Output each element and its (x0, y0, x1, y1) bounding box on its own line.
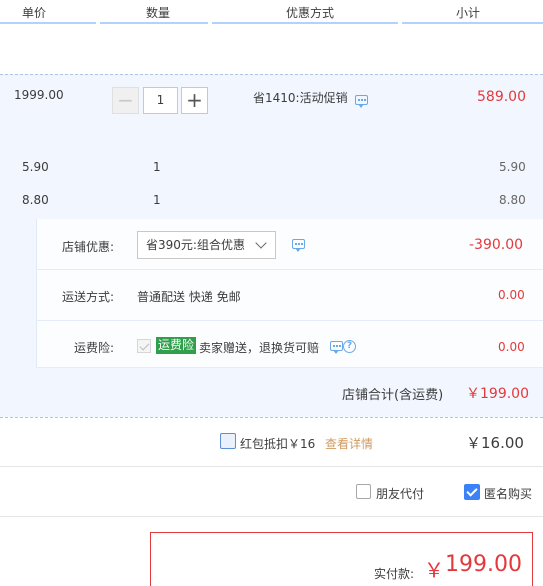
shipping-value: 普通配送 快递 免邮 (137, 290, 241, 304)
chat-icon[interactable] (330, 341, 343, 354)
chevron-down-icon (255, 237, 267, 249)
friend-pay-checkbox[interactable] (356, 484, 371, 499)
insurance-amount: 0.00 (498, 340, 525, 354)
friend-pay-label[interactable]: 朋友代付 (376, 485, 424, 502)
insurance-checkbox (137, 339, 151, 353)
quantity-minus-button[interactable]: − (112, 87, 139, 114)
divider (36, 367, 543, 368)
shop-discount-select[interactable]: 省390元:组合优惠 (137, 231, 276, 259)
item-subtotal: 5.90 (499, 160, 526, 174)
redpacket-label: 红包抵扣￥16 (240, 437, 316, 451)
divider (36, 320, 543, 321)
shipping-label: 运送方式: (62, 290, 115, 304)
insurance-desc: 卖家赠送，退换货可赔 (199, 341, 320, 355)
item-quantity: 1 (153, 193, 161, 207)
payment-amount: 199.00 (445, 552, 522, 577)
divider (0, 466, 543, 467)
header-underline (402, 22, 543, 24)
divider (0, 417, 543, 418)
shipping-amount: 0.00 (498, 288, 525, 302)
chat-icon[interactable] (355, 95, 368, 108)
shop-discount-amount: -390.00 (469, 237, 524, 253)
anonymous-label[interactable]: 匿名购买 (484, 485, 532, 502)
quantity-plus-button[interactable]: + (181, 87, 208, 114)
shop-discount-label: 店铺优惠: (62, 240, 115, 254)
redpacket-amount: ￥16.00 (466, 434, 524, 452)
insurance-label: 运费险: (74, 341, 115, 355)
header-underline (212, 22, 398, 24)
header-underline (100, 22, 208, 24)
divider (0, 516, 543, 517)
shop-total-amount: ￥199.00 (466, 386, 529, 402)
col-discount: 优惠方式 (286, 6, 335, 20)
item-subtotal: 8.80 (499, 193, 526, 207)
header-underline (0, 22, 96, 24)
anonymous-checkbox[interactable] (464, 484, 480, 500)
item-subtotal: 589.00 (477, 89, 526, 105)
item-quantity: 1 (153, 160, 161, 174)
table-header: 单价 数量 优惠方式 小计 (0, 0, 543, 26)
quantity-stepper: − 1 + (112, 87, 208, 114)
shop-total-label: 店铺合计(含运费) (342, 388, 444, 403)
redpacket-details-link[interactable]: 查看详情 (325, 435, 373, 452)
item-price: 8.80 (22, 193, 49, 207)
item-price: 1999.00 (14, 88, 64, 102)
col-unit-price: 单价 (22, 6, 47, 20)
divider (36, 269, 543, 270)
redpacket-checkbox[interactable] (220, 433, 236, 449)
payment-currency: ￥ (424, 558, 444, 582)
chat-icon[interactable] (292, 239, 305, 252)
item-price: 5.90 (22, 160, 49, 174)
payment-label: 实付款: (374, 567, 415, 581)
col-subtotal: 小计 (456, 6, 481, 20)
quantity-input[interactable]: 1 (143, 87, 178, 114)
item-promo: 省1410:活动促销 (253, 91, 348, 105)
insurance-tag: 运费险 (156, 337, 197, 354)
shop-discount-select-value: 省390元:组合优惠 (146, 238, 245, 252)
col-quantity: 数量 (146, 6, 171, 20)
help-icon[interactable]: ? (343, 340, 356, 353)
